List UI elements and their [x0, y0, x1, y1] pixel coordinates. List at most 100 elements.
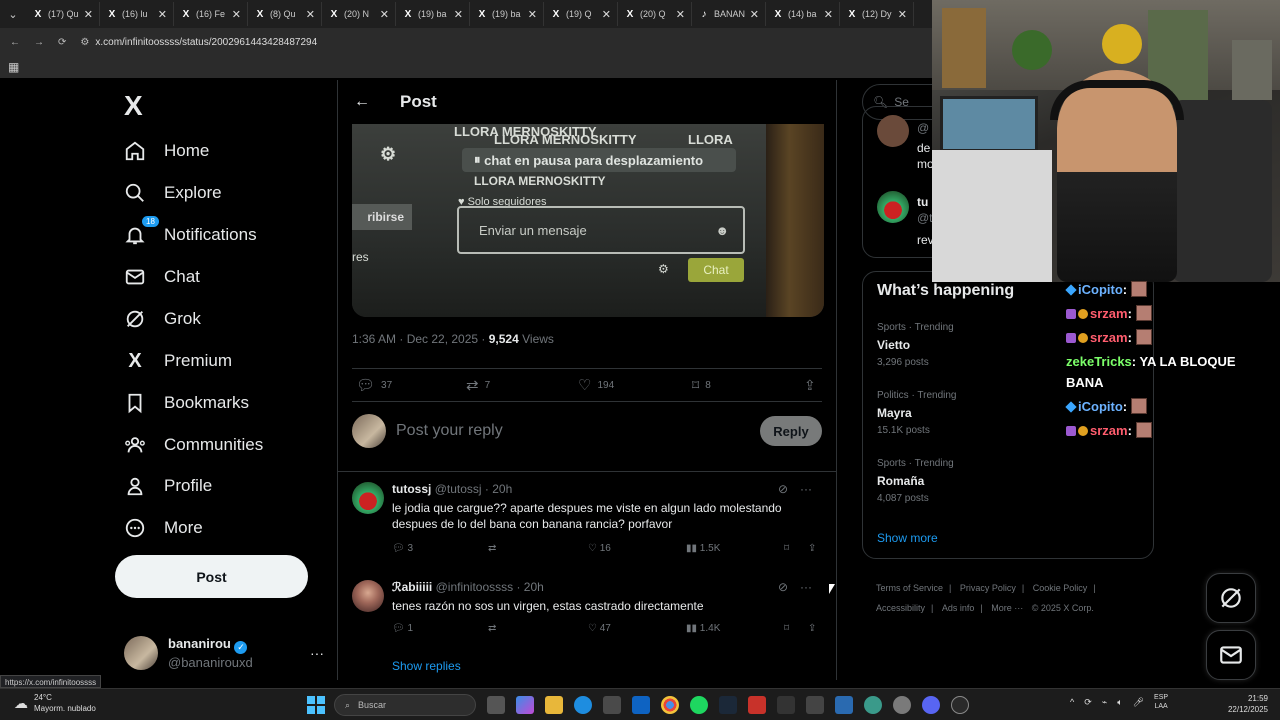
tab-close-icon[interactable]: ✕	[454, 8, 463, 21]
settings-icon[interactable]	[893, 696, 911, 714]
views-action[interactable]: ▮▮ 1.5K	[686, 543, 720, 554]
share-icon[interactable]: ⇪	[808, 543, 816, 554]
like-action[interactable]: ♡ 16	[588, 543, 611, 554]
windows-start-icon[interactable]	[306, 695, 326, 715]
nav-profile[interactable]: Profile	[124, 475, 212, 497]
avatar[interactable]	[877, 115, 909, 147]
messages-floating-button[interactable]	[1206, 630, 1256, 680]
edge-icon[interactable]	[574, 696, 592, 714]
account-switcher[interactable]: bananirou ✓ @bananirouxd ···	[124, 633, 324, 673]
reply-action[interactable]: 💬︎ 1	[392, 623, 413, 634]
nav-home[interactable]: Home	[124, 140, 209, 162]
outlook-icon[interactable]	[632, 696, 650, 714]
avatar[interactable]	[352, 580, 384, 612]
task-view-icon[interactable]	[487, 696, 505, 714]
app-icon[interactable]	[748, 696, 766, 714]
tab-close-icon[interactable]: ✕	[84, 8, 93, 21]
browser-tab[interactable]: X (19) Q ✕	[544, 2, 618, 26]
share-icon[interactable]: ⇪	[808, 623, 816, 634]
footer-link[interactable]: Privacy Policy	[960, 583, 1016, 593]
reply-button[interactable]: Reply	[760, 416, 822, 446]
apps-grid-icon[interactable]: ▦	[8, 60, 19, 74]
store-icon[interactable]	[603, 696, 621, 714]
site-info-icon[interactable]: ⚙	[80, 37, 89, 48]
bookmark-action[interactable]: ⌑ 8	[692, 377, 711, 394]
nav-communities[interactable]: Communities	[124, 434, 263, 456]
nav-more[interactable]: More	[124, 517, 203, 539]
app-icon[interactable]	[835, 696, 853, 714]
tab-close-icon[interactable]: ✕	[380, 8, 389, 21]
tab-close-icon[interactable]: ✕	[306, 8, 315, 21]
nav-explore[interactable]: Explore	[124, 182, 222, 204]
bookmark-icon[interactable]: ⌑	[784, 543, 789, 554]
show-more-link[interactable]: Show more	[877, 531, 938, 545]
sync-icon[interactable]: ⟳	[1084, 697, 1092, 708]
discord-icon[interactable]	[922, 696, 940, 714]
reply-item[interactable]: tutossj @tutossj · 20h ⊘ ··· le jodia que…	[352, 482, 826, 562]
x-logo-icon[interactable]: X	[124, 90, 143, 122]
volume-icon[interactable]: 🔈︎	[1117, 697, 1122, 708]
grok-icon[interactable]: ⊘	[778, 482, 788, 496]
tab-close-icon[interactable]: ✕	[602, 8, 611, 21]
repost-icon[interactable]: ⇄	[488, 543, 496, 554]
tab-search-icon[interactable]: ⌄	[4, 5, 22, 23]
nav-grok[interactable]: Grok	[124, 308, 201, 330]
grok-icon[interactable]: ⊘	[778, 580, 788, 594]
chrome-icon[interactable]	[661, 696, 679, 714]
more-icon[interactable]: ···	[800, 482, 812, 496]
post-time[interactable]: 1:36 AM · Dec 22, 2025 ·	[352, 332, 485, 346]
browser-tab[interactable]: X (16) Fe ✕	[174, 2, 248, 26]
grok-floating-button[interactable]	[1206, 573, 1256, 623]
post-button[interactable]: Post	[115, 555, 308, 598]
reply-author[interactable]: tutossj	[392, 482, 431, 496]
copilot-icon[interactable]	[516, 696, 534, 714]
avatar[interactable]	[877, 191, 909, 223]
post-media[interactable]: LLORA MERNOSKITTY LLORA MERNOSKITTY LLOR…	[352, 124, 824, 317]
network-icon[interactable]: ⌁	[1102, 697, 1107, 708]
steam-icon[interactable]	[719, 696, 737, 714]
reply-action[interactable]: 💬︎ 37	[356, 376, 392, 394]
browser-tab[interactable]: X (20) N ✕	[322, 2, 396, 26]
tab-close-icon[interactable]: ✕	[232, 8, 241, 21]
taskbar-search[interactable]: ⌕ Buscar	[334, 694, 476, 716]
browser-tab[interactable]: ♪ BANAN ✕	[692, 2, 766, 26]
browser-tab[interactable]: X (19) ba ✕	[470, 2, 544, 26]
mic-icon[interactable]: 🎤︎	[1133, 697, 1144, 708]
weather-widget[interactable]: ☁ 24°C Mayorm. nublado	[14, 692, 96, 714]
views-action[interactable]: ▮▮ 1.4K	[686, 623, 720, 634]
footer-link[interactable]: Cookie Policy	[1033, 583, 1088, 593]
browser-tab[interactable]: X (19) ba ✕	[396, 2, 470, 26]
footer-link[interactable]: More ···	[991, 603, 1023, 613]
app-icon[interactable]	[951, 696, 969, 714]
tab-close-icon[interactable]: ✕	[158, 8, 167, 21]
app-icon[interactable]	[777, 696, 795, 714]
show-replies-link[interactable]: Show replies	[392, 659, 461, 673]
spotify-icon[interactable]	[690, 696, 708, 714]
reply-input[interactable]: Post your reply	[396, 422, 760, 440]
repost-icon[interactable]: ⇄	[488, 623, 496, 634]
browser-tab[interactable]: X (20) Q ✕	[618, 2, 692, 26]
file-explorer-icon[interactable]	[545, 696, 563, 714]
app-icon[interactable]	[864, 696, 882, 714]
tab-close-icon[interactable]: ✕	[676, 8, 685, 21]
footer-link[interactable]: Accessibility	[876, 603, 925, 613]
browser-tab[interactable]: X (16) lu ✕	[100, 2, 174, 26]
chevron-up-icon[interactable]: ^	[1070, 697, 1074, 707]
language-indicator[interactable]: ESP LAA	[1154, 693, 1168, 711]
reply-action[interactable]: 💬︎ 3	[392, 543, 413, 554]
back-icon[interactable]: ←	[10, 37, 20, 48]
tab-close-icon[interactable]: ✕	[528, 8, 537, 21]
back-arrow-icon[interactable]: ←	[354, 93, 370, 111]
forward-icon[interactable]: →	[34, 37, 44, 48]
app-icon[interactable]	[806, 696, 824, 714]
clock[interactable]: 21:59 22/12/2025	[1218, 693, 1268, 715]
bookmark-icon[interactable]: ⌑	[784, 623, 789, 634]
url-field[interactable]: x.com/infinitoossss/status/2002961443428…	[95, 37, 317, 48]
nav-bookmarks[interactable]: Bookmarks	[124, 392, 249, 414]
footer-link[interactable]: Ads info	[942, 603, 975, 613]
more-icon[interactable]: ···	[800, 580, 812, 594]
browser-tab[interactable]: X (12) Dy ✕	[840, 2, 914, 26]
tab-close-icon[interactable]: ✕	[824, 8, 833, 21]
repost-action[interactable]: ⇄ 7	[466, 376, 490, 394]
like-action[interactable]: ♡ 47	[588, 623, 611, 634]
